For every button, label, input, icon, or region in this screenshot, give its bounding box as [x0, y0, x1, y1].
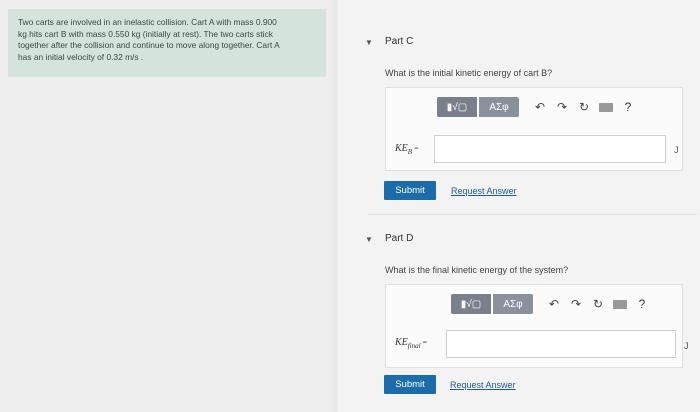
part-c-label: KEB =: [395, 143, 419, 156]
part-d-submit-button[interactable]: Submit: [384, 375, 436, 394]
undo-icon[interactable]: ↶: [543, 294, 565, 314]
part-d-label-ke: KE: [395, 337, 408, 348]
problem-line: kg hits cart B with mass 0.550 kg (initi…: [18, 28, 273, 39]
part-d-request-answer-link[interactable]: Request Answer: [450, 380, 516, 390]
part-d-toolbar: ▮√▢ ΑΣφ ↶ ↷ ↻ ?: [451, 294, 653, 314]
part-d-answer-input[interactable]: [446, 330, 676, 358]
part-c-answer-input[interactable]: [434, 135, 666, 163]
problem-line: together after the collision and continu…: [18, 40, 280, 50]
part-d-question: What is the final kinetic energy of the …: [385, 265, 569, 275]
undo-icon[interactable]: ↶: [529, 97, 551, 117]
help-icon[interactable]: ?: [617, 97, 639, 117]
part-c-label-eq: =: [412, 144, 419, 153]
keyboard-icon[interactable]: [609, 294, 631, 314]
parts-column: ▼ Part C What is the initial kinetic ene…: [338, 0, 700, 412]
redo-icon[interactable]: ↷: [551, 97, 573, 117]
problem-line: Two carts are involved in an inelastic c…: [18, 17, 277, 27]
reset-icon[interactable]: ↻: [573, 97, 595, 117]
help-icon[interactable]: ?: [631, 294, 653, 314]
problem-statement: Two carts are involved in an inelastic c…: [8, 9, 326, 77]
part-d-label-sub: final: [407, 342, 421, 350]
part-c-unit: J: [674, 145, 679, 155]
greek-icon[interactable]: ΑΣφ: [479, 97, 519, 117]
caret-down-icon[interactable]: ▼: [365, 38, 373, 47]
problem-column: Two carts are involved in an inelastic c…: [0, 0, 333, 412]
part-d-unit: J: [684, 341, 689, 351]
redo-icon[interactable]: ↷: [565, 294, 587, 314]
problem-line: has an initial velocity of 0.32 m/s .: [18, 51, 144, 62]
part-d-label: KEfinal =: [395, 337, 427, 350]
part-c-title[interactable]: Part C: [385, 36, 413, 47]
keyboard-icon[interactable]: [595, 97, 617, 117]
part-c-submit-button[interactable]: Submit: [384, 181, 436, 200]
template-icon[interactable]: ▮√▢: [437, 97, 477, 117]
reset-icon[interactable]: ↻: [587, 294, 609, 314]
template-icon[interactable]: ▮√▢: [451, 294, 491, 314]
part-c-label-ke: KE: [395, 143, 408, 154]
divider: [368, 214, 698, 215]
part-d-title[interactable]: Part D: [385, 233, 413, 244]
part-c-question: What is the initial kinetic energy of ca…: [385, 68, 553, 78]
part-d-label-eq: =: [420, 338, 428, 347]
part-c-toolbar: ▮√▢ ΑΣφ ↶ ↷ ↻ ?: [437, 97, 639, 117]
greek-icon[interactable]: ΑΣφ: [493, 294, 533, 314]
caret-down-icon[interactable]: ▼: [365, 235, 373, 244]
part-c-request-answer-link[interactable]: Request Answer: [451, 186, 517, 196]
